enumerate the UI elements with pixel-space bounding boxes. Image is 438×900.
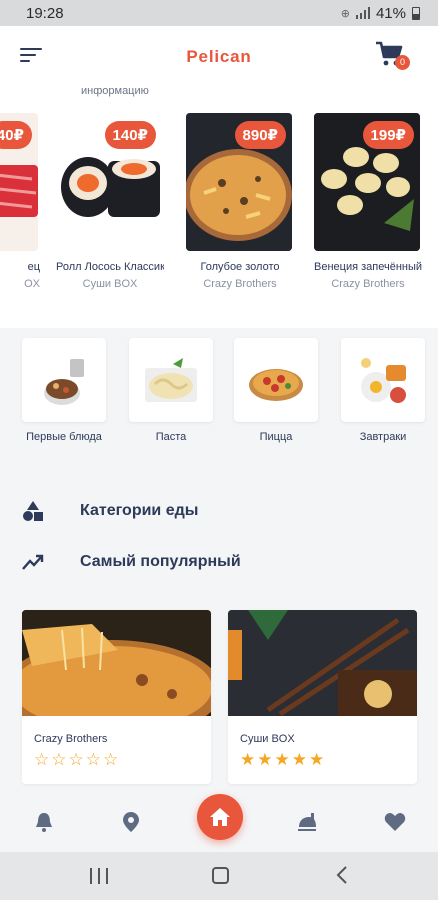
featured-item-name: Ролл Лосось Классик bbox=[56, 261, 164, 273]
category-label: Паста bbox=[155, 431, 187, 443]
category-label: Пицца bbox=[259, 431, 293, 443]
status-bar: 19:28 ⊕ 41% bbox=[0, 0, 438, 26]
shapes-icon bbox=[23, 501, 43, 521]
cart-count-badge: 0 bbox=[395, 55, 410, 70]
category-image bbox=[341, 338, 425, 422]
featured-item[interactable]: 40₽ ец OX bbox=[0, 113, 40, 290]
featured-item-vendor: OX bbox=[24, 278, 40, 290]
system-nav-bar bbox=[0, 852, 438, 900]
status-time: 19:28 bbox=[26, 4, 64, 22]
most-popular-row[interactable]: Самый популярный bbox=[22, 552, 241, 572]
popular-card-name: Суши BOX bbox=[240, 733, 295, 745]
featured-item-image: 140₽ bbox=[56, 113, 162, 251]
bell-icon[interactable] bbox=[32, 810, 56, 834]
featured-item-image: 890₽ bbox=[186, 113, 292, 251]
featured-item-vendor: Crazy Brothers bbox=[331, 278, 405, 290]
featured-item-image: 40₽ bbox=[0, 113, 38, 251]
featured-item[interactable]: 890₽ Голубое золото Crazy Brothers bbox=[186, 113, 294, 290]
menu-icon[interactable] bbox=[20, 48, 42, 64]
category-item[interactable]: Пицца bbox=[231, 338, 321, 443]
category-image bbox=[234, 338, 318, 422]
category-image bbox=[129, 338, 213, 422]
signal-icon bbox=[355, 7, 370, 19]
featured-item-name: Голубое золото bbox=[200, 261, 280, 273]
info-label: информацию bbox=[81, 88, 149, 97]
location-icon[interactable] bbox=[119, 810, 143, 834]
dish-icon[interactable] bbox=[295, 810, 319, 834]
popular-card[interactable]: Суши BOX ★★★★★ bbox=[228, 610, 417, 784]
home-icon bbox=[210, 808, 230, 826]
featured-item-name: ец bbox=[27, 261, 40, 273]
category-item[interactable]: Первые блюда bbox=[19, 338, 109, 443]
category-label: Первые блюда bbox=[26, 431, 102, 443]
price-badge: 140₽ bbox=[104, 121, 156, 149]
price-badge: 40₽ bbox=[0, 121, 32, 149]
featured-carousel[interactable]: информацию 40₽ ец OX 140₽ Ролл Лосось Кл… bbox=[0, 88, 438, 328]
app-bar: Pelican 0 bbox=[0, 26, 438, 88]
food-categories-label: Категории еды bbox=[80, 502, 199, 519]
featured-item-vendor: Crazy Brothers bbox=[203, 278, 277, 290]
recents-icon[interactable] bbox=[90, 868, 108, 884]
popular-card-image bbox=[22, 610, 211, 716]
battery-text: 41% bbox=[375, 4, 406, 22]
popular-card[interactable]: Crazy Brothers ☆☆☆☆☆ bbox=[22, 610, 211, 784]
featured-item[interactable]: 199₽ Венеция запечённый Crazy Brothers bbox=[314, 113, 422, 290]
category-row[interactable]: Первые блюда Паста Пицца Завтраки bbox=[0, 338, 438, 448]
category-image bbox=[22, 338, 106, 422]
category-item[interactable]: Завтраки bbox=[338, 338, 428, 443]
rating-stars: ★★★★★ bbox=[240, 750, 327, 769]
trending-icon bbox=[22, 554, 44, 570]
category-item[interactable]: Паста bbox=[126, 338, 216, 443]
heart-icon[interactable] bbox=[383, 810, 407, 834]
popular-card-image bbox=[228, 610, 417, 716]
price-badge: 199₽ bbox=[362, 121, 414, 149]
popular-card-name: Crazy Brothers bbox=[34, 733, 108, 745]
most-popular-label: Самый популярный bbox=[80, 553, 241, 570]
featured-item-vendor: Суши BOX bbox=[82, 278, 138, 290]
featured-item[interactable]: 140₽ Ролл Лосось Классик Суши BOX bbox=[56, 113, 164, 290]
app-title: Pelican bbox=[186, 47, 252, 66]
notification-icon: ⊕ bbox=[340, 7, 350, 20]
rating-stars: ☆☆☆☆☆ bbox=[34, 750, 121, 769]
featured-item-image: 199₽ bbox=[314, 113, 420, 251]
featured-item-name: Венеция запечённый bbox=[314, 261, 422, 273]
food-categories-row[interactable]: Категории еды bbox=[22, 500, 198, 522]
bottom-nav bbox=[0, 794, 438, 852]
battery-icon bbox=[412, 6, 420, 20]
price-badge: 890₽ bbox=[234, 121, 286, 149]
back-icon[interactable] bbox=[336, 865, 348, 890]
home-button[interactable] bbox=[197, 794, 243, 840]
home-square-icon[interactable] bbox=[212, 867, 229, 884]
cart-button[interactable]: 0 bbox=[374, 40, 410, 72]
category-label: Завтраки bbox=[359, 431, 407, 443]
